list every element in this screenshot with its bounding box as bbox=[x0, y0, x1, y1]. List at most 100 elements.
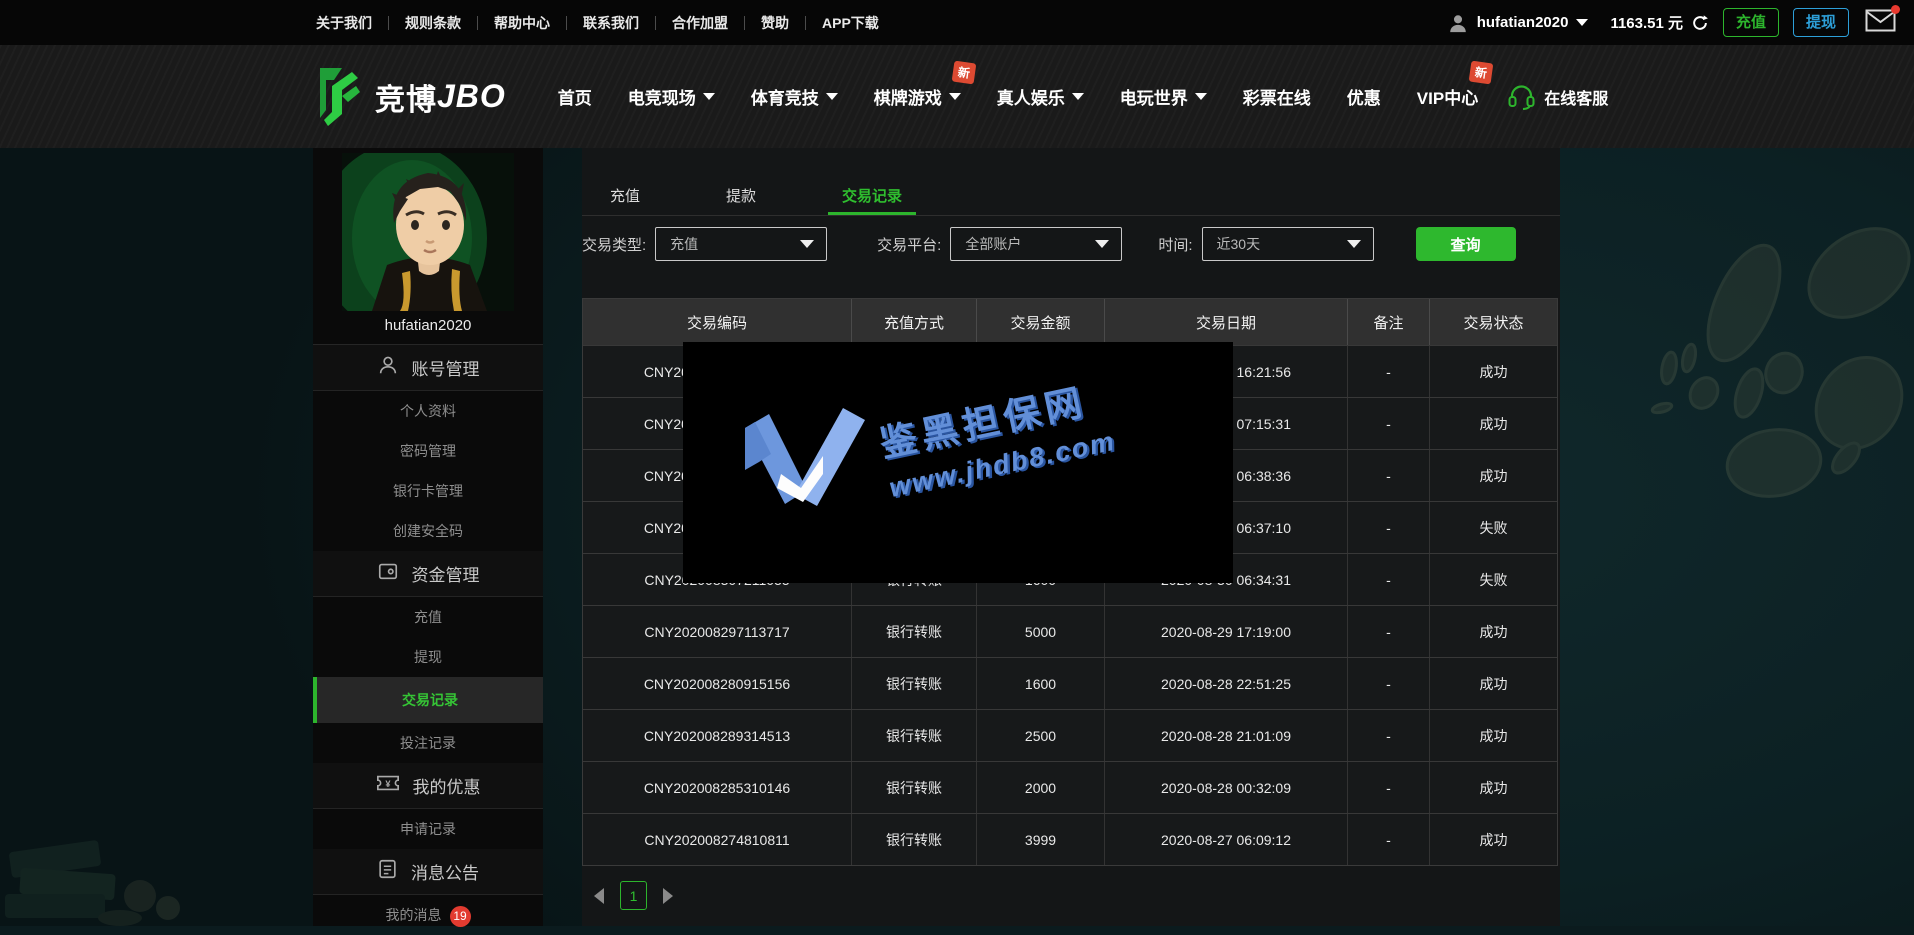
table-header-row: 交易编码充值方式交易金额交易日期备注交易状态 bbox=[583, 299, 1557, 345]
nav-item-2[interactable]: 电竞现场 bbox=[628, 84, 715, 109]
recharge-button[interactable]: 充值 bbox=[1723, 8, 1779, 37]
sidebar-item-12[interactable]: 申请记录 bbox=[313, 809, 543, 849]
mail-button[interactable] bbox=[1865, 9, 1896, 37]
sidebar-item-7[interactable]: 充值 bbox=[313, 597, 543, 637]
nav-item-label: 棋牌游戏 bbox=[874, 84, 942, 109]
headset-icon bbox=[1508, 84, 1535, 110]
withdraw-button[interactable]: 提现 bbox=[1793, 8, 1849, 37]
sidebar-item-8[interactable]: 提现 bbox=[313, 637, 543, 677]
watermark-logo-icon bbox=[731, 394, 866, 524]
sidebar-section-13[interactable]: 消息公告 bbox=[313, 849, 543, 895]
refresh-balance-icon[interactable] bbox=[1691, 14, 1709, 32]
sidebar-item-2[interactable]: 个人资料 bbox=[313, 391, 543, 431]
topbar-link-2[interactable]: 规则条款 bbox=[389, 13, 477, 33]
cell-status: 成功 bbox=[1430, 398, 1557, 449]
sidebar-item-9[interactable]: 交易记录 bbox=[313, 677, 543, 723]
nav-item-6[interactable]: 电玩世界 bbox=[1120, 84, 1207, 109]
tab-2[interactable]: 提款 bbox=[712, 178, 770, 215]
user-menu-caret-icon[interactable] bbox=[1576, 19, 1588, 26]
nav-item-label: 优惠 bbox=[1347, 84, 1381, 109]
sidebar-section-11[interactable]: ¥我的优惠 bbox=[313, 763, 543, 809]
sidebar-item-14[interactable]: 我的消息19 bbox=[313, 895, 543, 935]
avatar[interactable] bbox=[342, 153, 514, 311]
topbar-link-4[interactable]: 联系我们 bbox=[567, 13, 655, 33]
cell-status: 成功 bbox=[1430, 606, 1557, 657]
chevron-down-icon bbox=[949, 93, 961, 100]
cell-code: CNY202008280915156 bbox=[583, 658, 852, 709]
new-badge: 新 bbox=[1469, 61, 1494, 85]
table-row[interactable]: CNY202008297113717银行转账50002020-08-29 17:… bbox=[583, 605, 1557, 657]
nav-item-5[interactable]: 真人娱乐 bbox=[997, 84, 1084, 109]
filter-select-2[interactable]: 全部账户 bbox=[950, 227, 1122, 261]
tab-1[interactable]: 充值 bbox=[596, 178, 654, 215]
cell-code: CNY202008285310146 bbox=[583, 762, 852, 813]
cell-status: 成功 bbox=[1430, 710, 1557, 761]
wallet-icon bbox=[377, 560, 399, 587]
nav-item-3[interactable]: 体育竞技 bbox=[751, 84, 838, 109]
topbar-link-6[interactable]: 赞助 bbox=[745, 13, 805, 33]
nav-item-7[interactable]: 彩票在线 bbox=[1243, 84, 1311, 109]
topbar-user-area: hufatian2020 1163.51 元 充值 提现 bbox=[1447, 8, 1896, 37]
topbar-link-7[interactable]: APP下载 bbox=[806, 13, 895, 33]
filter-select-value: 全部账户 bbox=[965, 234, 1021, 254]
site-logo[interactable]: 竞博 JBO bbox=[312, 66, 506, 128]
query-button[interactable]: 查询 bbox=[1416, 227, 1516, 261]
filter-group-3: 时间:近30天 bbox=[1158, 227, 1373, 261]
sidebar-item-4[interactable]: 银行卡管理 bbox=[313, 471, 543, 511]
sidebar-item-label: 银行卡管理 bbox=[393, 483, 463, 499]
chevron-down-icon bbox=[800, 240, 814, 248]
filter-select-1[interactable]: 充值 bbox=[655, 227, 827, 261]
nav-item-8[interactable]: 优惠 bbox=[1347, 84, 1381, 109]
filter-select-3[interactable]: 近30天 bbox=[1202, 227, 1374, 261]
sidebar-item-3[interactable]: 密码管理 bbox=[313, 431, 543, 471]
watermark-overlay: 鉴黑担保网 www.jhdb8.com bbox=[683, 342, 1233, 583]
nav-item-1[interactable]: 首页 bbox=[558, 84, 592, 109]
chevron-down-icon bbox=[1072, 93, 1084, 100]
cell-status: 成功 bbox=[1430, 450, 1557, 501]
table-row[interactable]: CNY202008280915156银行转账16002020-08-28 22:… bbox=[583, 657, 1557, 709]
online-service[interactable]: 在线客服 bbox=[1508, 84, 1608, 110]
table-row[interactable]: CNY202008274810811银行转账39992020-08-27 06:… bbox=[583, 813, 1557, 865]
tab-3[interactable]: 交易记录 bbox=[828, 178, 916, 215]
page-number[interactable]: 1 bbox=[620, 881, 647, 910]
sidebar-section-6[interactable]: 资金管理 bbox=[313, 551, 543, 597]
table-row[interactable]: CNY202008289314513银行转账25002020-08-28 21:… bbox=[583, 709, 1557, 761]
cell-code: CNY202008274810811 bbox=[583, 814, 852, 865]
cell-method: 银行转账 bbox=[852, 658, 977, 709]
nav-item-label: 电竞现场 bbox=[628, 84, 696, 109]
sidebar-item-label: 我的消息 bbox=[386, 907, 442, 923]
sidebar-item-10[interactable]: 投注记录 bbox=[313, 723, 543, 763]
logo-text-cn: 竞博 bbox=[375, 75, 437, 119]
nav-item-label: 真人娱乐 bbox=[997, 84, 1065, 109]
notice-icon bbox=[377, 858, 398, 885]
svg-text:¥: ¥ bbox=[385, 779, 391, 789]
top-utility-bar: 关于我们规则条款帮助中心联系我们合作加盟赞助APP下载 hufatian2020… bbox=[0, 0, 1914, 45]
nav-item-label: 体育竞技 bbox=[751, 84, 819, 109]
nav-menu: 首页 电竞现场 体育竞技 棋牌游戏新 真人娱乐 电玩世界 彩票在线 优惠 VIP中心新 bbox=[558, 84, 1478, 109]
cell-note: - bbox=[1348, 346, 1430, 397]
cell-amount: 1600 bbox=[977, 658, 1105, 709]
cell-note: - bbox=[1348, 554, 1430, 605]
next-page-icon[interactable] bbox=[663, 888, 673, 904]
cell-note: - bbox=[1348, 450, 1430, 501]
username[interactable]: hufatian2020 bbox=[1477, 14, 1569, 31]
topbar-link-3[interactable]: 帮助中心 bbox=[478, 13, 566, 33]
table-row[interactable]: CNY202008285310146银行转账20002020-08-28 00:… bbox=[583, 761, 1557, 813]
user-icon bbox=[377, 354, 399, 381]
page-background: hufatian2020 账号管理个人资料密码管理银行卡管理创建安全码资金管理充… bbox=[0, 148, 1914, 926]
jbo-logo-icon bbox=[312, 66, 366, 128]
money-decoration bbox=[0, 776, 320, 926]
sidebar-item-5[interactable]: 创建安全码 bbox=[313, 511, 543, 551]
sidebar-item-label: 个人资料 bbox=[400, 403, 456, 419]
cell-note: - bbox=[1348, 502, 1430, 553]
chevron-down-icon bbox=[826, 93, 838, 100]
prev-page-icon[interactable] bbox=[594, 888, 604, 904]
cell-code: CNY202008289314513 bbox=[583, 710, 852, 761]
topbar-link-5[interactable]: 合作加盟 bbox=[656, 13, 744, 33]
nav-item-4[interactable]: 棋牌游戏新 bbox=[874, 84, 961, 109]
topbar-link-1[interactable]: 关于我们 bbox=[300, 13, 388, 33]
sidebar-section-1[interactable]: 账号管理 bbox=[313, 345, 543, 391]
cell-amount: 5000 bbox=[977, 606, 1105, 657]
nav-item-9[interactable]: VIP中心新 bbox=[1417, 84, 1478, 109]
column-header-3: 交易金额 bbox=[977, 299, 1105, 345]
